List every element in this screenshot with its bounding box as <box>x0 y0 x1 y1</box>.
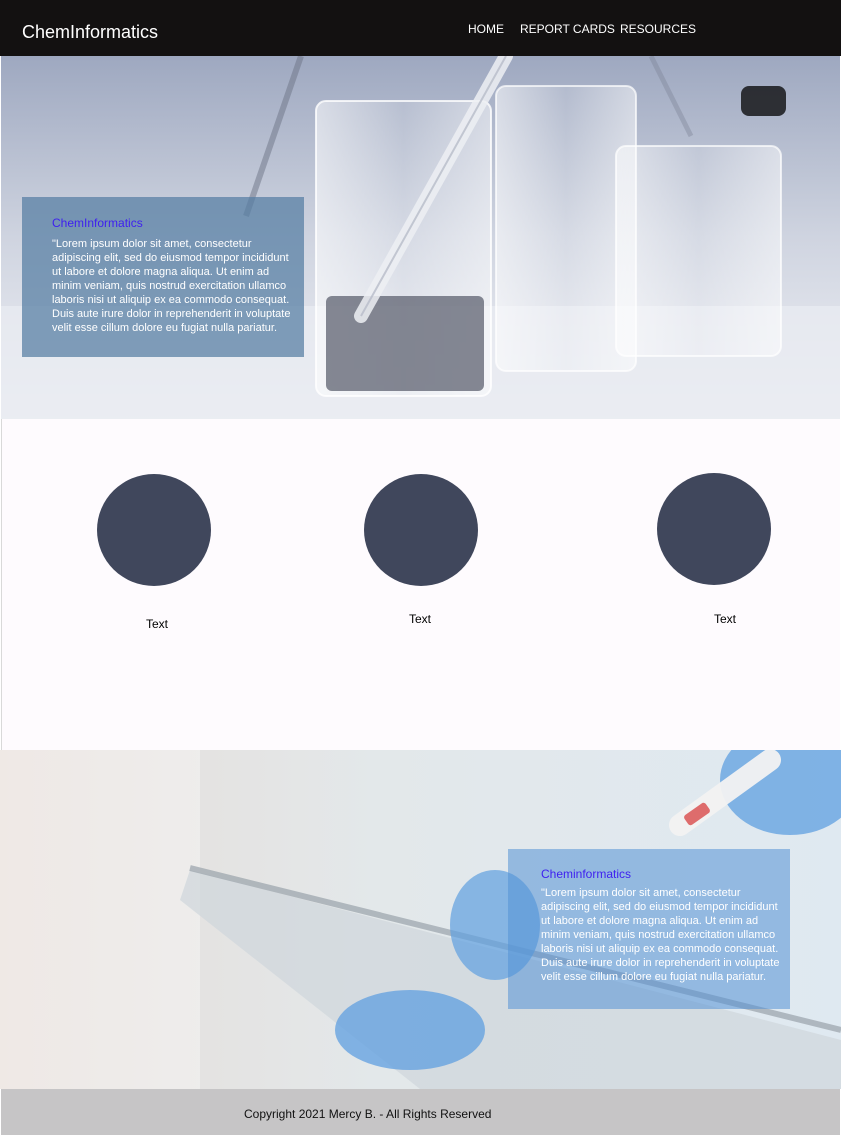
lab-panel-text: "Lorem ipsum dolor sit amet, consectetur… <box>541 887 780 983</box>
feature-circle-1 <box>97 474 211 586</box>
feature-label-3: Text <box>714 612 737 626</box>
site-footer: Copyright 2021 Mercy B. - All Rights Res… <box>1 1089 840 1135</box>
lab-section: Cheminformatics "Lorem ipsum dolor sit a… <box>0 750 841 1089</box>
copyright-text: Copyright 2021 Mercy B. - All Rights Res… <box>244 1107 492 1121</box>
lab-info-panel: Cheminformatics "Lorem ipsum dolor sit a… <box>508 849 790 1009</box>
site-brand[interactable]: ChemInformatics <box>22 21 158 43</box>
lab-panel-title[interactable]: Cheminformatics <box>541 867 631 881</box>
feature-label-2: Text <box>409 612 432 626</box>
nav-link-resources[interactable]: RESOURCES <box>620 21 696 37</box>
hero-panel-title[interactable]: ChemInformatics <box>52 216 143 230</box>
feature-circle-2 <box>364 474 478 586</box>
hero-section: ChemInformatics "Lorem ipsum dolor sit a… <box>1 56 840 419</box>
top-navbar: ChemInformatics HOME REPORT CARDS RESOUR… <box>0 0 841 56</box>
hero-panel-text: "Lorem ipsum dolor sit amet, consectetur… <box>52 238 291 334</box>
nav-link-report-cards[interactable]: REPORT CARDS <box>520 21 615 37</box>
hero-info-panel: ChemInformatics "Lorem ipsum dolor sit a… <box>22 197 304 357</box>
feature-circle-3 <box>657 473 771 585</box>
feature-label-1: Text <box>146 617 169 631</box>
features-section: Text Text Text <box>1 419 840 750</box>
nav-link-home[interactable]: HOME <box>468 21 504 37</box>
